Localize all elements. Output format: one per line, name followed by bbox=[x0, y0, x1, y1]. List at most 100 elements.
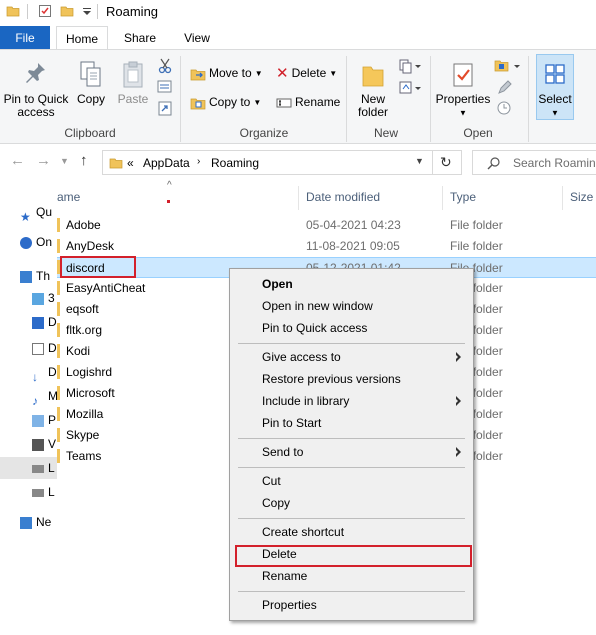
nav-downloads[interactable]: ↓ D bbox=[32, 362, 57, 384]
menu-item-send-to[interactable]: Send to bbox=[230, 441, 473, 463]
window-title: Roaming bbox=[106, 4, 159, 19]
nav-3d-objects[interactable]: 3 bbox=[32, 288, 55, 308]
edit-icon[interactable] bbox=[496, 80, 512, 96]
address-dropdown-icon[interactable]: ▼ bbox=[415, 156, 424, 166]
menu-item-properties[interactable]: Properties bbox=[230, 594, 473, 616]
folder-icon bbox=[57, 344, 60, 358]
menu-item-create-shortcut[interactable]: Create shortcut bbox=[230, 521, 473, 543]
new-folder-button[interactable]: New folder bbox=[352, 60, 394, 119]
column-separator[interactable] bbox=[562, 186, 563, 210]
nav-this-pc[interactable]: Th bbox=[20, 266, 50, 286]
folder-icon bbox=[57, 302, 60, 316]
recent-locations-icon[interactable]: ▼ bbox=[60, 156, 69, 166]
new-folder-icon[interactable] bbox=[60, 4, 74, 18]
column-header-date[interactable]: Date modified bbox=[306, 190, 380, 204]
new-folder-label-line1: New bbox=[360, 92, 385, 106]
pin-label-line1: Pin to Quick bbox=[3, 92, 69, 106]
menu-item-copy[interactable]: Copy bbox=[230, 492, 473, 514]
menu-item-cut[interactable]: Cut bbox=[230, 470, 473, 492]
file-name: Teams bbox=[66, 449, 102, 463]
nav-label: D bbox=[48, 315, 57, 329]
breadcrumb-overflow[interactable]: « bbox=[127, 156, 134, 170]
nav-label: On bbox=[36, 235, 53, 249]
properties-button[interactable]: Properties ▼ bbox=[434, 60, 492, 119]
column-separator[interactable] bbox=[442, 186, 443, 210]
copy-to-button[interactable]: Copy to ▼ bbox=[190, 91, 261, 113]
move-to-icon bbox=[190, 69, 206, 81]
folder-icon bbox=[57, 407, 60, 421]
delete-button[interactable]: ✕ Delete ▼ bbox=[276, 62, 337, 84]
breadcrumb-separator-icon[interactable]: › bbox=[197, 156, 200, 167]
breadcrumb-roaming[interactable]: Roaming bbox=[211, 156, 259, 170]
menu-item-pin-quick-access[interactable]: Pin to Quick access bbox=[230, 317, 473, 339]
column-header-name[interactable]: ame bbox=[57, 190, 80, 204]
easy-access-icon[interactable] bbox=[398, 80, 422, 96]
column-header-type[interactable]: Type bbox=[450, 190, 476, 204]
nav-network[interactable]: Ne bbox=[20, 512, 51, 532]
menu-item-include-library[interactable]: Include in library bbox=[230, 390, 473, 412]
column-header-size[interactable]: Size bbox=[570, 190, 593, 204]
pin-quick-access-button[interactable]: Pin to Quick access bbox=[2, 60, 70, 119]
menu-item-restore-versions[interactable]: Restore previous versions bbox=[230, 368, 473, 390]
refresh-icon[interactable]: ↻ bbox=[440, 154, 452, 171]
nav-onedrive[interactable]: On bbox=[20, 232, 52, 252]
menu-item-open-new-window[interactable]: Open in new window bbox=[230, 295, 473, 317]
file-type: File folder bbox=[450, 239, 503, 253]
paste-label: Paste bbox=[117, 92, 149, 106]
ribbon-separator bbox=[430, 56, 431, 142]
nav-quick-access[interactable]: ★ Qu bbox=[20, 202, 52, 224]
sort-ascending-icon: ^ bbox=[167, 180, 172, 191]
properties-icon[interactable] bbox=[38, 4, 52, 18]
search-box[interactable]: Search Roaming bbox=[472, 150, 596, 175]
red-marker bbox=[167, 200, 170, 203]
tab-view[interactable]: View bbox=[176, 26, 218, 50]
menu-separator bbox=[238, 343, 465, 344]
nav-pictures[interactable]: P bbox=[32, 410, 56, 430]
breadcrumb-appdata[interactable]: AppData bbox=[143, 156, 190, 170]
select-label: Select bbox=[538, 92, 572, 106]
copy-path-icon[interactable] bbox=[157, 80, 173, 94]
nav-local-disk[interactable]: L bbox=[32, 482, 55, 502]
cube-icon bbox=[32, 292, 44, 305]
nav-desktop[interactable]: D bbox=[32, 312, 57, 332]
menu-item-rename[interactable]: Rename bbox=[230, 565, 473, 587]
nav-videos[interactable]: V bbox=[32, 434, 56, 454]
menu-item-pin-start[interactable]: Pin to Start bbox=[230, 412, 473, 434]
nav-music[interactable]: ♪ M bbox=[32, 386, 58, 408]
table-row[interactable]: AnyDesk 11-08-2021 09:05 File folder bbox=[57, 236, 596, 257]
tab-file[interactable]: File bbox=[0, 26, 50, 50]
new-item-icon[interactable] bbox=[398, 58, 422, 74]
rename-button[interactable]: Rename bbox=[276, 91, 340, 113]
paste-shortcut-icon[interactable] bbox=[157, 100, 173, 116]
new-folder-label-line2: folder bbox=[357, 105, 389, 119]
address-bar[interactable]: « AppData › Roaming ▼ ↻ bbox=[102, 150, 462, 175]
menu-item-open[interactable]: Open bbox=[230, 273, 473, 295]
file-type: File folder bbox=[450, 218, 503, 232]
nav-documents[interactable]: D bbox=[32, 338, 57, 358]
cloud-icon bbox=[20, 236, 32, 249]
paste-button[interactable]: Paste bbox=[114, 60, 152, 106]
copy-button[interactable]: Copy bbox=[74, 60, 108, 106]
back-arrow-icon[interactable]: ← bbox=[10, 152, 25, 169]
table-row[interactable]: Adobe 05-04-2021 04:23 File folder bbox=[57, 215, 596, 236]
new-group-label: New bbox=[373, 126, 398, 140]
cut-icon[interactable] bbox=[157, 58, 173, 74]
up-arrow-icon[interactable]: ↑ bbox=[80, 152, 88, 169]
tab-home[interactable]: Home bbox=[56, 26, 108, 50]
nav-label: 3 bbox=[48, 291, 55, 305]
computer-icon bbox=[20, 270, 32, 283]
nav-local-disk-c[interactable]: L bbox=[32, 458, 55, 478]
forward-arrow-icon[interactable]: → bbox=[36, 152, 51, 169]
customize-toolbar-icon[interactable] bbox=[80, 4, 94, 18]
paste-icon bbox=[123, 61, 143, 88]
video-icon bbox=[32, 438, 44, 451]
history-icon[interactable] bbox=[496, 100, 512, 116]
download-icon: ↓ bbox=[32, 369, 38, 384]
column-separator[interactable] bbox=[298, 186, 299, 210]
open-icon[interactable] bbox=[494, 58, 522, 74]
move-to-button[interactable]: Move to ▼ bbox=[190, 62, 263, 84]
file-name: EasyAntiCheat bbox=[66, 281, 146, 295]
select-button[interactable]: Select ▼ bbox=[534, 60, 576, 119]
menu-item-give-access[interactable]: Give access to bbox=[230, 346, 473, 368]
tab-share[interactable]: Share bbox=[116, 26, 164, 50]
